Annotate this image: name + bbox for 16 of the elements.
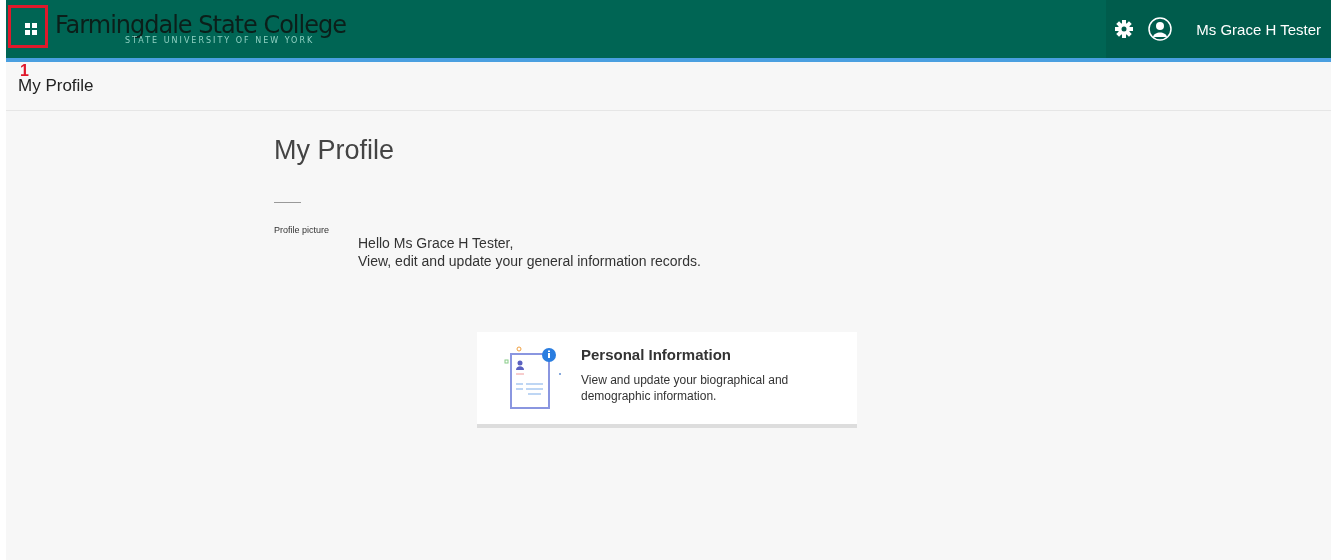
card-description: View and update your biographical and demographic information. [581, 372, 790, 404]
greeting: Hello Ms Grace H Tester, [358, 234, 515, 252]
college-logo-title: Farmingdale State College [55, 13, 346, 37]
highlight-box [8, 5, 48, 48]
profile-picture-label: Profile picture [274, 225, 331, 235]
logo-subtitle: STATE UNIVERSITY OF NEW YORK [125, 37, 315, 45]
grid-icon [25, 23, 37, 35]
info-card[interactable]: Personal Information View and update your biographical and demographic information. [477, 332, 857, 428]
annotation-number: 1 [20, 63, 29, 79]
intro-text: View, edit and update your general information records. [358, 252, 702, 270]
settings-icon[interactable] [1114, 19, 1135, 39]
user-name[interactable]: Ms Grace H Tester [1196, 20, 1321, 38]
breadcrumb: My Profile [18, 76, 94, 96]
page-title: My Profile [274, 135, 396, 166]
user-avatar-icon[interactable] [1148, 17, 1173, 41]
card-title: Personal Information [581, 346, 733, 363]
